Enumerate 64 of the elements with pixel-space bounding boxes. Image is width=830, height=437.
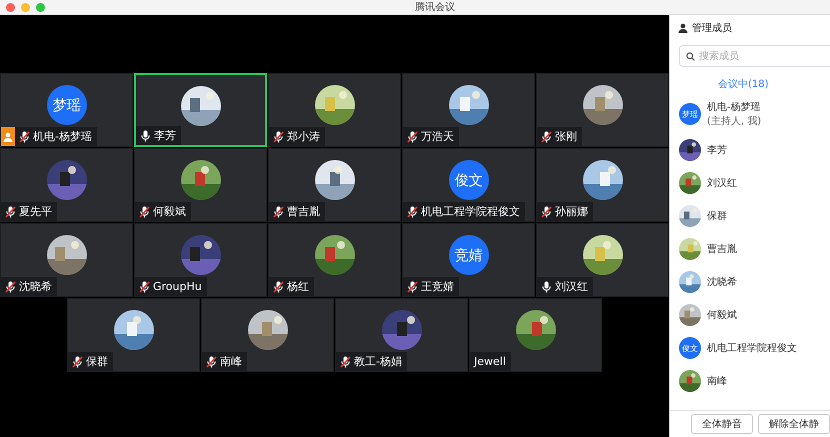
video-tile[interactable]: 竞婧 王竞婧 xyxy=(402,223,535,297)
member-name: 李芳 xyxy=(707,144,727,157)
search-box[interactable]: 搜索成员 xyxy=(679,45,830,67)
video-tile[interactable]: 杨红 xyxy=(268,223,401,297)
participant-name: 保群 xyxy=(86,354,108,369)
search-field[interactable]: 搜索成员 xyxy=(699,47,830,65)
member-name: 机电工程学院程俊文 xyxy=(707,342,797,355)
close-button[interactable] xyxy=(6,2,15,12)
video-tile[interactable]: 何毅斌 xyxy=(134,148,267,222)
video-tile[interactable]: 曹吉胤 xyxy=(268,148,401,222)
member-name: 机电-杨梦瑶 xyxy=(707,100,762,114)
participant-name: 曹吉胤 xyxy=(287,204,320,219)
participant-name: 刘汉红 xyxy=(555,279,588,294)
member-name: 何毅斌 xyxy=(707,308,737,322)
video-tile[interactable]: 郑小涛 xyxy=(268,73,401,147)
avatar: 竞婧 xyxy=(448,235,488,275)
participant-name: 机电-杨梦瑶 xyxy=(33,129,92,144)
participant-name: 孙丽娜 xyxy=(555,204,588,219)
participant-name: 郑小涛 xyxy=(287,129,320,144)
participant-name: 机电工程学院程俊文 xyxy=(421,204,520,219)
video-tile[interactable]: 教工-杨娟 xyxy=(335,298,468,372)
participant-name: 夏先平 xyxy=(19,204,52,219)
video-tile[interactable]: 保群 xyxy=(67,298,200,372)
avatar: 俊文 xyxy=(448,160,488,200)
maximize-button[interactable] xyxy=(36,2,45,12)
member-role: (主持人, 我) xyxy=(707,114,762,128)
video-tile[interactable]: 孙丽娜 xyxy=(536,148,669,222)
participant-name: 杨红 xyxy=(287,279,309,294)
member-name: 保群 xyxy=(707,210,727,223)
video-tile[interactable]: 李芳 xyxy=(134,73,267,147)
participant-name: 王竞婧 xyxy=(421,279,454,294)
video-tile[interactable]: 张刚 xyxy=(536,73,669,147)
video-tile[interactable]: 南峰 xyxy=(201,298,334,372)
avatar: 梦瑶 xyxy=(46,85,86,125)
member-name: 沈晓希 xyxy=(707,276,737,289)
participant-name: 万浩天 xyxy=(421,129,454,144)
search-icon xyxy=(686,52,695,60)
participant-name: GroupHu xyxy=(153,280,202,293)
participant-name: 张刚 xyxy=(555,129,577,144)
minimize-button[interactable] xyxy=(21,2,30,12)
member-name: 南峰 xyxy=(707,374,727,388)
member-name: 刘汉红 xyxy=(707,176,737,190)
person-icon xyxy=(3,132,13,142)
panel-title: 管理成员 xyxy=(692,22,732,35)
member-name: 曹吉胤 xyxy=(707,242,737,256)
video-tile[interactable]: 俊文 机电工程学院程俊文 xyxy=(402,148,535,222)
person-icon xyxy=(678,23,688,33)
window-title: 腾讯会议 xyxy=(415,0,455,14)
participant-name: Jewell xyxy=(474,355,506,368)
video-tile[interactable]: 万浩天 xyxy=(402,73,535,147)
video-tile[interactable]: 梦瑶 机电-杨梦瑶 xyxy=(0,73,133,147)
participant-name: 教工-杨娟 xyxy=(354,354,402,369)
video-tile[interactable]: Jewell xyxy=(469,298,602,372)
participant-name: 南峰 xyxy=(220,354,242,369)
mute-all-button[interactable]: 全体静音 xyxy=(691,414,753,434)
members-tab[interactable]: 会议中(18) xyxy=(718,77,769,91)
video-tile[interactable]: 夏先平 xyxy=(0,148,133,222)
video-tile[interactable]: 刘汉红 xyxy=(536,223,669,297)
unmute-all-button[interactable]: 解除全体静 xyxy=(758,414,830,434)
video-tile[interactable]: 沈晓希 xyxy=(0,223,133,297)
video-tile[interactable]: GroupHu xyxy=(134,223,267,297)
participant-name: 何毅斌 xyxy=(153,204,186,219)
participant-name: 李芳 xyxy=(154,128,176,143)
participant-name: 沈晓希 xyxy=(19,279,52,294)
